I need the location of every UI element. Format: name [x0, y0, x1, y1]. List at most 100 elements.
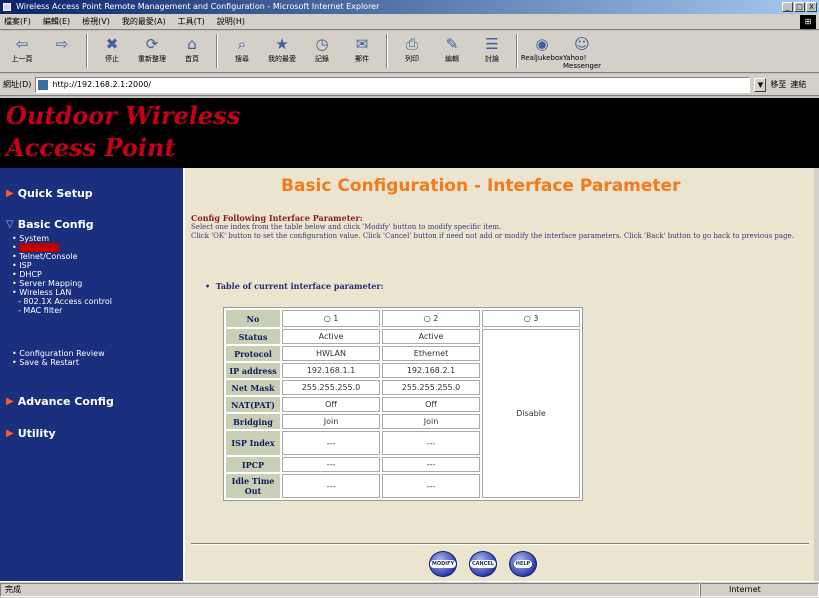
sidebar-item-label: System: [19, 234, 50, 243]
toolbar-button-stop[interactable]: ✖ 停止: [96, 34, 128, 64]
cancel-button[interactable]: CANCEL: [469, 551, 497, 577]
sidebar-item-server-mapping[interactable]: • Server Mapping: [12, 279, 112, 288]
nav-advance-config[interactable]: ▶ Advance Config: [6, 395, 114, 408]
sidebar-item-label: Interfaces: [19, 243, 60, 252]
interface-table: No ○ 1 ○ 2 ○ 3 Status Active Active Disable…: [223, 307, 583, 501]
menu-view[interactable]: 檢視(V): [82, 16, 110, 27]
sidebar-item-label: Save & Restart: [19, 358, 79, 367]
nav-utility-label: Utility: [17, 427, 56, 440]
basic-config-submenu: • System • Interfaces • Telnet/Console •…: [12, 234, 112, 315]
address-input[interactable]: http://192.168.2.1:2000/: [35, 76, 751, 93]
menu-edit[interactable]: 編輯(E): [43, 16, 70, 27]
discuss-icon: ☰: [485, 35, 499, 53]
main-content: Basic Configuration - Interface Paramete…: [183, 168, 814, 581]
address-url: http://192.168.2.1:2000/: [52, 80, 152, 89]
sidebar-item-wireless-lan[interactable]: • Wireless LAN: [12, 288, 112, 297]
radio-cell-2[interactable]: ○ 2: [382, 310, 480, 327]
table-caption-text: Table of current interface parameter:: [215, 281, 384, 291]
help-button[interactable]: HELP: [509, 551, 537, 577]
refresh-icon: ⟳: [145, 35, 159, 53]
toolbar-button-mail[interactable]: ✉ 郵件: [346, 34, 378, 64]
browser-toolbar: ⇦ 上一頁 ⇨ ✖ 停止 ⟳ 重新整理 ⌂ 首頁 ⌕ 搜尋 ★ 我的最愛 ◷ 記錄 ✉ 郵件 ⎙ 列印 ✎ 編輯 ☰ 討論 ◉…: [0, 31, 819, 73]
toolbar-button-home[interactable]: ⌂ 首頁: [176, 34, 208, 64]
table-header-label: No: [226, 310, 280, 327]
messenger-icon: ☺: [574, 35, 590, 53]
menu-file[interactable]: 檔案(F): [4, 16, 31, 27]
toolbar-separator: [386, 34, 388, 68]
cell-interface-2: ---: [382, 474, 480, 498]
toolbar-button-realjukebox[interactable]: ◉ RealJukebox: [521, 34, 563, 62]
forward-arrow-icon: ⇨: [55, 35, 69, 53]
sidebar-item-mac-filter[interactable]: - MAC filter: [12, 306, 112, 315]
nav-quick-setup-label: Quick Setup: [17, 187, 93, 200]
modify-button[interactable]: MODIFY: [429, 551, 457, 577]
toolbar-button-label: 列印: [405, 55, 419, 63]
table-row: Status Active Active Disable: [226, 329, 580, 498]
header-title-line1: Outdoor Wireless: [6, 101, 241, 130]
help-button-label: HELP: [513, 560, 533, 568]
cell-interface-1: ---: [282, 431, 380, 455]
toolbar-button-label: RealJukebox: [520, 54, 564, 62]
ie-icon: [3, 3, 11, 11]
links-label[interactable]: 連結: [790, 79, 806, 90]
cell-interface-2: 255.255.255.0: [382, 380, 480, 395]
description-line-1: Select one index from the table below an…: [191, 223, 502, 231]
toolbar-button-search[interactable]: ⌕ 搜尋: [226, 34, 258, 64]
toolbar-button-label: 討論: [485, 55, 499, 63]
close-button[interactable]: X: [806, 2, 817, 12]
toolbar-button-back-arrow[interactable]: ⇦ 上一頁: [6, 34, 38, 64]
toolbar-button-label: 我的最愛: [268, 55, 296, 63]
cell-interface-1: Active: [282, 329, 380, 344]
maximize-button[interactable]: □: [794, 2, 805, 12]
sidebar-item-label: DHCP: [19, 270, 42, 279]
toolbar-button-edit[interactable]: ✎ 編輯: [436, 34, 468, 64]
sidebar-item-config-review[interactable]: • Configuration Review: [12, 349, 105, 358]
page-header-banner: Outdoor Wireless Access Point: [0, 98, 819, 168]
vertical-scrollbar[interactable]: [814, 168, 819, 581]
table-caption: • Table of current interface parameter:: [205, 281, 384, 291]
triangle-down-icon: ▽: [6, 219, 14, 230]
menu-help[interactable]: 說明(H): [217, 16, 245, 27]
sidebar-item-telnet[interactable]: • Telnet/Console: [12, 252, 112, 261]
favorites-icon: ★: [275, 35, 289, 53]
radio-label: 1: [333, 314, 339, 323]
toolbar-button-history[interactable]: ◷ 記錄: [306, 34, 338, 64]
edit-icon: ✎: [445, 35, 459, 53]
row-label: Protocol: [226, 346, 280, 361]
stop-icon: ✖: [105, 35, 119, 53]
address-dropdown-button[interactable]: ▼: [754, 77, 767, 92]
menu-bar: 檔案(F) 編輯(E) 檢視(V) 我的最愛(A) 工具(T) 說明(H) ⊞: [0, 14, 819, 30]
go-button[interactable]: 移至: [770, 79, 786, 90]
menu-favorites[interactable]: 我的最愛(A): [122, 16, 166, 27]
toolbar-button-refresh[interactable]: ⟳ 重新整理: [136, 34, 168, 64]
sidebar-item-8021x[interactable]: - 802.1X Access control: [12, 297, 112, 306]
page-title: Basic Configuration - Interface Paramete…: [281, 176, 681, 196]
sidebar-item-save-restart[interactable]: • Save & Restart: [12, 358, 105, 367]
description-line-2: Click 'OK' button to set the configurati…: [191, 232, 794, 240]
cell-interface-3: Disable: [482, 329, 580, 498]
toolbar-button-messenger[interactable]: ☺ Yahoo! Messenger: [563, 34, 601, 70]
toolbar-button-discuss[interactable]: ☰ 討論: [476, 34, 508, 64]
zone-indicator: Internet: [700, 583, 819, 597]
radio-cell-3[interactable]: ○ 3: [482, 310, 580, 327]
nav-utility[interactable]: ▶ Utility: [6, 427, 56, 440]
cell-interface-2: 192.168.2.1: [382, 363, 480, 378]
sidebar-item-system[interactable]: • System: [12, 234, 112, 243]
toolbar-button-label: 編輯: [445, 55, 459, 63]
nav-basic-config[interactable]: ▽ Basic Config: [6, 218, 94, 231]
minimize-button[interactable]: _: [782, 2, 793, 12]
toolbar-button-print[interactable]: ⎙ 列印: [396, 34, 428, 64]
history-icon: ◷: [315, 35, 329, 53]
toolbar-button-forward-arrow[interactable]: ⇨: [46, 34, 78, 54]
sidebar-item-dhcp[interactable]: • DHCP: [12, 270, 112, 279]
radio-cell-1[interactable]: ○ 1: [282, 310, 380, 327]
menu-tools[interactable]: 工具(T): [178, 16, 205, 27]
address-label: 網址(D): [3, 80, 32, 89]
divider: [191, 543, 809, 545]
toolbar-button-favorites[interactable]: ★ 我的最愛: [266, 34, 298, 64]
sidebar-item-interfaces[interactable]: • Interfaces: [12, 243, 112, 252]
sidebar-nav: ▶ Quick Setup ▽ Basic Config • System • …: [0, 168, 183, 581]
row-label: Net Mask: [226, 380, 280, 395]
nav-quick-setup[interactable]: ▶ Quick Setup: [6, 187, 93, 200]
sidebar-item-isp[interactable]: • ISP: [12, 261, 112, 270]
